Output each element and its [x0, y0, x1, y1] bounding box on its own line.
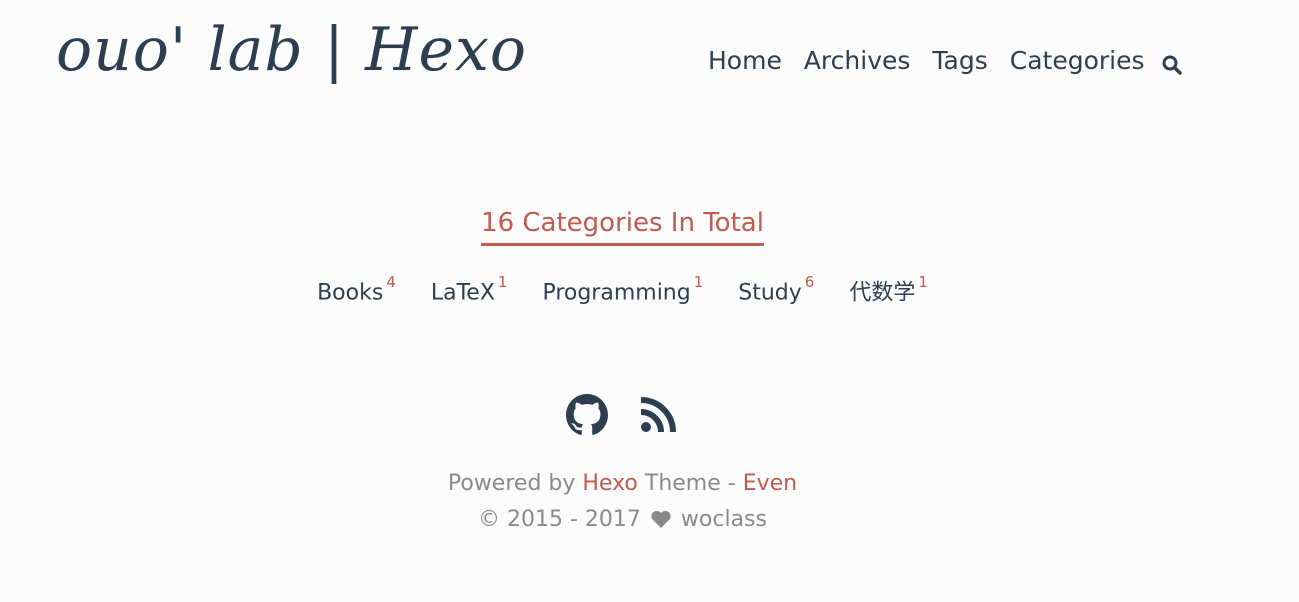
- search-icon[interactable]: [1161, 50, 1183, 75]
- even-theme-link[interactable]: Even: [743, 471, 797, 496]
- nav-tags[interactable]: Tags: [932, 43, 987, 79]
- nav-categories[interactable]: Categories: [1010, 43, 1145, 79]
- categories-total-title: 16 Categories In Total: [481, 205, 764, 246]
- category-name: LaTeX: [430, 280, 495, 306]
- category-count: 1: [918, 273, 928, 291]
- nav-home[interactable]: Home: [708, 43, 782, 79]
- category-item-latex[interactable]: LaTeX 1: [431, 266, 508, 313]
- powered-by-line: Powered by Hexo Theme - Even: [0, 466, 1245, 502]
- powered-by-text: Powered by: [447, 471, 576, 496]
- rss-icon[interactable]: [637, 394, 679, 436]
- category-count: 4: [386, 273, 396, 291]
- category-name: Programming: [542, 280, 691, 306]
- social-links: [0, 394, 1245, 436]
- category-name: Books: [317, 280, 384, 306]
- site-logo[interactable]: ouo' lab | Hexo: [56, 20, 527, 80]
- category-count: 1: [693, 273, 704, 291]
- category-item-algebra[interactable]: 代数学 1: [849, 266, 928, 313]
- hexo-link[interactable]: Hexo: [582, 471, 638, 496]
- copyright-text: © 2015 - 2017: [478, 507, 641, 532]
- category-count: 6: [804, 273, 815, 291]
- category-item-programming[interactable]: Programming 1: [542, 266, 703, 313]
- heart-icon: [650, 505, 672, 528]
- main-nav: Home Archives Tags Categories: [708, 43, 1183, 79]
- author-name: woclass: [680, 507, 767, 532]
- site-footer: Powered by Hexo Theme - Even © 2015 - 20…: [0, 466, 1245, 538]
- category-name: 代数学: [849, 280, 916, 306]
- categories-header: 16 Categories In Total: [0, 205, 1245, 246]
- category-item-study[interactable]: Study 6: [738, 266, 814, 313]
- category-list: Books 4 LaTeX 1 Programming 1 Study 6 代数学 1: [0, 266, 1245, 313]
- category-item-books[interactable]: Books 4: [317, 266, 396, 313]
- github-icon[interactable]: [565, 394, 608, 436]
- copyright-line: © 2015 - 2017 woclass: [0, 502, 1245, 538]
- category-count: 1: [497, 273, 508, 291]
- theme-text: Theme -: [644, 471, 736, 496]
- category-name: Study: [738, 280, 802, 306]
- nav-archives[interactable]: Archives: [804, 43, 911, 79]
